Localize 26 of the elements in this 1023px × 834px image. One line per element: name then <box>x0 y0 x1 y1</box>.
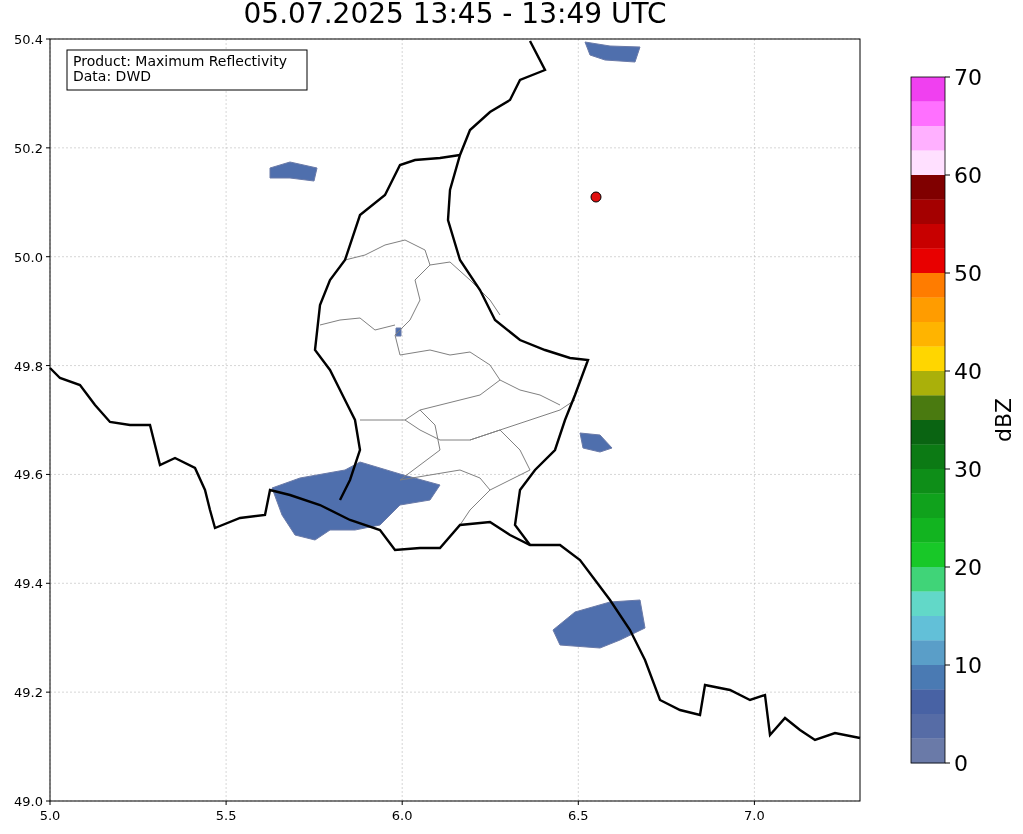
location-marker <box>590 191 602 203</box>
colorbar-tick-label: 70 <box>954 65 982 90</box>
y-tick-label: 49.6 <box>14 467 43 483</box>
x-tick-label: 5.5 <box>215 808 237 823</box>
y-tick-label: 49.8 <box>14 358 43 374</box>
y-tick-label: 50.0 <box>14 249 43 265</box>
colorbar-tick-label: 50 <box>954 261 982 286</box>
y-tick-label: 49.4 <box>14 576 43 592</box>
colorbar-label: dBZ <box>991 397 1016 443</box>
x-tick-label: 6.5 <box>567 808 589 823</box>
colorbar-tick-label: 30 <box>954 457 982 482</box>
chart-title: 05.07.2025 13:45 - 13:49 UTC <box>243 0 667 30</box>
info-text: Data: DWD <box>73 68 151 84</box>
colorbar-tick-label: 60 <box>954 163 982 188</box>
colorbar-tick-label: 40 <box>954 359 982 384</box>
colorbar-tick-label: 10 <box>954 653 982 678</box>
colorbar-tick-label: 0 <box>954 751 968 776</box>
colorbar-tick-label: 20 <box>954 555 982 580</box>
x-tick-label: 7.0 <box>744 808 765 823</box>
y-tick-label: 50.4 <box>14 32 43 47</box>
x-tick-label: 5.0 <box>39 808 61 823</box>
info-text: Product: Maximum Reflectivity <box>73 53 287 69</box>
y-tick-label: 50.2 <box>14 140 43 156</box>
x-tick-label: 6.0 <box>391 808 413 823</box>
y-tick-label: 49.2 <box>14 685 43 701</box>
y-tick-label: 49.0 <box>14 794 43 809</box>
